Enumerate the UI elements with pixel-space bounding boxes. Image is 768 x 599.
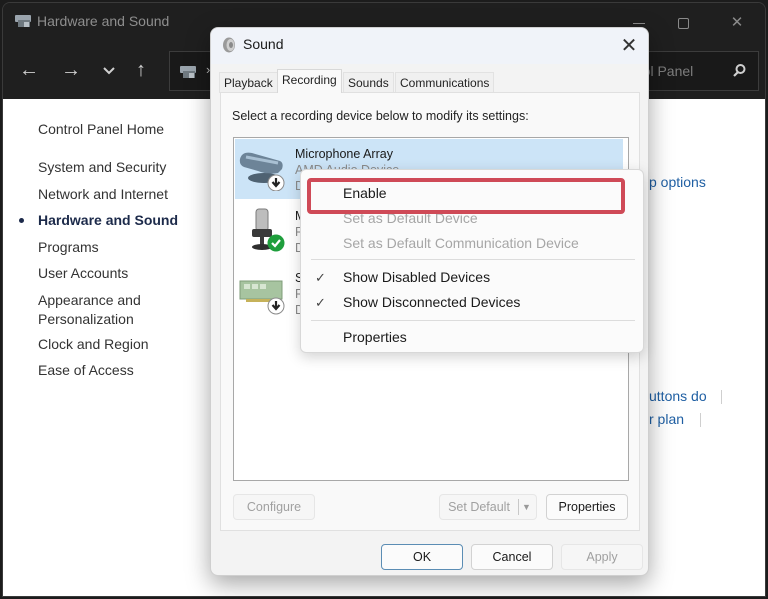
cancel-button[interactable]: Cancel <box>471 544 553 570</box>
close-icon: ✕ <box>730 14 744 31</box>
sound-dialog-titlebar: Sound ✕ <box>211 28 648 64</box>
enable-highlight-outline <box>307 178 625 214</box>
microphone-array-icon <box>239 152 285 191</box>
desktop: Hardware and Sound ✕ ← → ↑ › rol Panel C… <box>0 0 768 599</box>
arrow-left-icon: ← <box>19 59 39 81</box>
apply-button[interactable]: Apply <box>561 544 643 570</box>
content-link-options[interactable]: p options <box>649 174 706 190</box>
sidebar-item-user-accounts[interactable]: User Accounts <box>38 264 128 283</box>
sidebar-item-network-internet[interactable]: Network and Internet <box>38 185 168 204</box>
close-icon: ✕ <box>620 35 638 57</box>
content-link-buttons[interactable]: uttons do <box>649 388 707 404</box>
configure-button[interactable]: Configure <box>233 494 315 520</box>
active-bullet-icon <box>19 218 24 223</box>
sidebar-item-appearance[interactable]: Appearance and Personalization <box>38 291 141 329</box>
speaker-icon <box>223 37 235 53</box>
link-divider <box>700 413 701 427</box>
tab-recording[interactable]: Recording <box>277 69 342 93</box>
sidebar-item-hardware-sound[interactable]: Hardware and Sound <box>38 211 178 230</box>
menu-item-set-default-communication[interactable]: Set as Default Communication Device <box>343 235 579 251</box>
checkmark-icon: ✓ <box>315 270 326 285</box>
arrow-right-icon: → <box>61 59 81 81</box>
checkmark-icon: ✓ <box>315 295 326 310</box>
content-link-plan[interactable]: r plan <box>649 411 684 427</box>
maximize-button[interactable] <box>663 9 703 37</box>
arrow-up-icon: ↑ <box>136 59 146 81</box>
sidebar-item-clock-region[interactable]: Clock and Region <box>38 335 149 354</box>
instruction-text: Select a recording device below to modif… <box>232 109 529 123</box>
ok-button[interactable]: OK <box>381 544 463 570</box>
tab-communications[interactable]: Communications <box>395 72 495 93</box>
sidebar: Control Panel Home System and Security N… <box>3 99 213 596</box>
sidebar-home-link[interactable]: Control Panel Home <box>38 121 164 137</box>
forward-button[interactable]: → <box>57 57 85 85</box>
up-button[interactable]: ↑ <box>127 57 155 85</box>
chevron-down-icon <box>103 67 115 75</box>
menu-item-properties[interactable]: Properties <box>343 329 407 345</box>
back-button[interactable]: ← <box>15 57 43 85</box>
tab-playback[interactable]: Playback <box>219 72 278 93</box>
dialog-close-button[interactable]: ✕ <box>615 32 643 60</box>
sidebar-item-programs[interactable]: Programs <box>38 238 99 257</box>
control-panel-icon <box>15 15 31 27</box>
properties-button[interactable]: Properties <box>546 494 628 520</box>
menu-item-show-disabled[interactable]: Show Disabled Devices <box>343 269 490 285</box>
recent-locations-button[interactable] <box>95 57 123 85</box>
sidebar-item-system-security[interactable]: System and Security <box>38 158 166 177</box>
control-panel-icon <box>180 66 196 78</box>
window-title: Hardware and Sound <box>37 13 170 29</box>
minimize-icon <box>633 22 645 24</box>
set-default-label: Set Default <box>448 500 510 514</box>
set-default-button[interactable]: Set Default ▼ <box>439 494 537 520</box>
dropdown-arrow-icon[interactable]: ▼ <box>522 495 531 519</box>
tab-sounds[interactable]: Sounds <box>343 72 394 93</box>
sound-card-icon <box>239 280 285 315</box>
menu-item-show-disconnected[interactable]: Show Disconnected Devices <box>343 294 520 310</box>
sidebar-item-ease-of-access[interactable]: Ease of Access <box>38 361 134 380</box>
maximize-icon <box>677 17 689 29</box>
device-name: Microphone Array <box>295 147 393 161</box>
menu-separator <box>311 320 635 321</box>
split-divider <box>518 499 519 515</box>
dialog-title: Sound <box>243 36 284 52</box>
microphone-icon <box>252 208 285 252</box>
link-divider <box>721 390 722 404</box>
search-icon <box>733 64 746 77</box>
menu-separator <box>311 259 635 260</box>
close-window-button[interactable]: ✕ <box>717 9 757 37</box>
